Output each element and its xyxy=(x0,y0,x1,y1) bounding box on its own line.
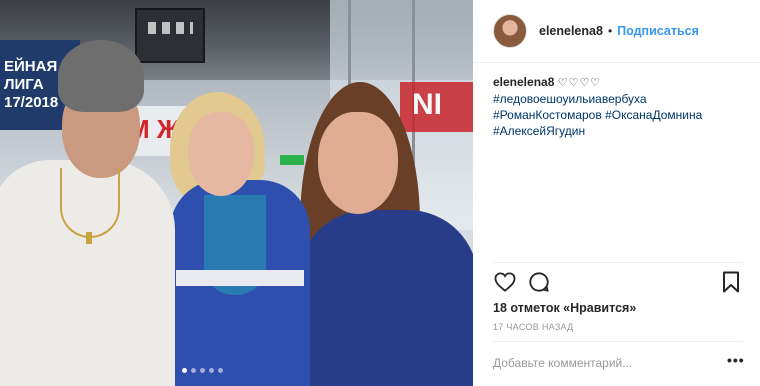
jacket-stripe xyxy=(176,270,304,286)
caption-username[interactable]: elenelena8 xyxy=(493,75,554,89)
man-chain xyxy=(60,168,120,238)
header-separator: • xyxy=(607,24,613,38)
scoreboard-screens xyxy=(148,22,193,34)
carousel-dot[interactable] xyxy=(182,368,187,373)
hashtag-link[interactable]: #РоманКостомаров xyxy=(493,108,602,122)
man-beanie xyxy=(58,40,144,112)
post-photo[interactable]: ЕЙНАЯ ЛИГА 17/2018 М Ж NI xyxy=(0,0,473,386)
post-header: elenelena8 • Подписаться xyxy=(473,0,760,63)
comment-button[interactable] xyxy=(527,270,551,294)
heart-icon xyxy=(494,272,516,292)
save-button[interactable] xyxy=(719,270,743,294)
man-cross xyxy=(86,232,92,244)
hashtag-link[interactable]: #ледовоешоуильиавербуха xyxy=(493,91,743,107)
divider xyxy=(493,262,743,263)
follow-button[interactable]: Подписаться xyxy=(617,24,699,38)
carousel-dot[interactable] xyxy=(200,368,205,373)
post-side-panel: elenelena8 • Подписаться elenelena8 ♡♡♡♡… xyxy=(473,0,760,386)
woman-right-face xyxy=(318,112,398,214)
avatar[interactable] xyxy=(493,14,527,48)
woman-middle-face xyxy=(188,112,254,196)
woman-right-jacket xyxy=(298,210,473,386)
header-username[interactable]: elenelena8 xyxy=(539,24,603,38)
carousel-dot[interactable] xyxy=(218,368,223,373)
more-options-button[interactable]: ••• xyxy=(727,352,745,368)
bookmark-icon xyxy=(723,271,739,293)
comment-bubble-icon xyxy=(529,272,549,292)
carousel-dot[interactable] xyxy=(209,368,214,373)
hashtag-link[interactable]: #ОксанаДомнина xyxy=(605,108,702,122)
comment-input[interactable] xyxy=(493,352,713,374)
carousel-dots xyxy=(182,368,223,373)
like-button[interactable] xyxy=(493,270,517,294)
action-bar xyxy=(493,270,743,296)
likes-count[interactable]: 18 отметок «Нравится» xyxy=(493,301,636,315)
red-sign: NI xyxy=(400,82,473,132)
post-caption: elenelena8 ♡♡♡♡ #ледовоешоуильиавербуха … xyxy=(493,74,743,139)
caption-hearts: ♡♡♡♡ xyxy=(557,77,602,89)
green-sign xyxy=(280,155,304,165)
scoreboard xyxy=(135,8,205,63)
divider xyxy=(493,341,743,342)
hashtag-link[interactable]: #АлексейЯгудин xyxy=(493,123,743,139)
post-timestamp[interactable]: 17 часов назад xyxy=(493,322,574,332)
carousel-dot[interactable] xyxy=(191,368,196,373)
